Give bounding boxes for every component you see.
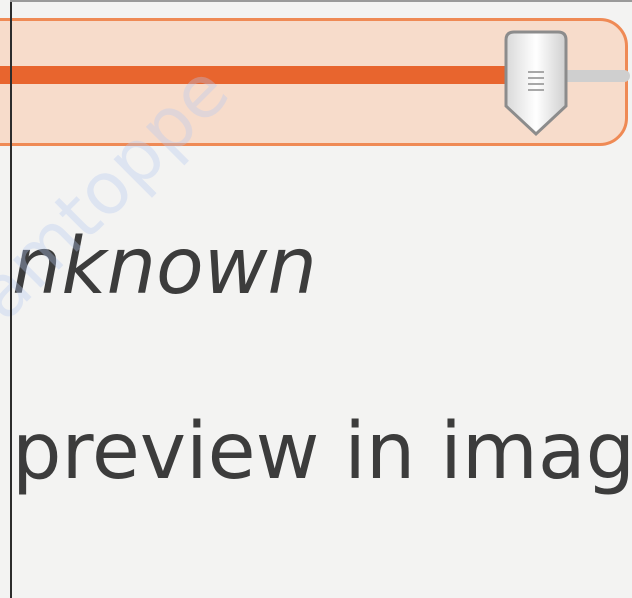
window-border-left [10, 0, 12, 598]
preview-panel: nknown preview in image v amtoppe [0, 0, 632, 598]
slider-thumb-handle[interactable] [500, 28, 572, 140]
unknown-value-label: nknown [12, 222, 317, 312]
preview-option-label[interactable]: preview in image v [12, 413, 632, 491]
slider-fill [0, 66, 535, 84]
window-border-top [10, 0, 632, 2]
